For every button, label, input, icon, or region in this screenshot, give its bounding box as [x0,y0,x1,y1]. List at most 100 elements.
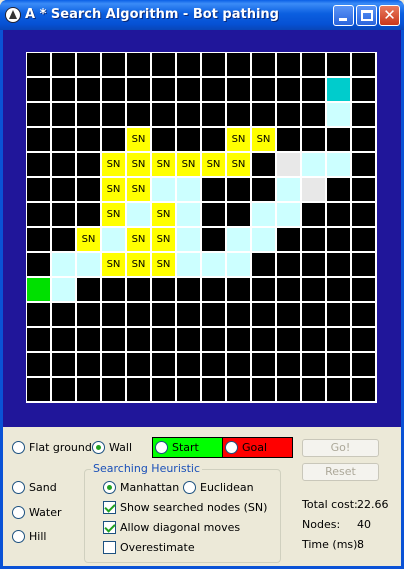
wall-radio[interactable] [92,441,105,454]
grid-cell-wall[interactable] [77,378,100,401]
grid-cell-wall[interactable] [127,303,150,326]
pathing-grid[interactable]: SN SN SN SN SN SN SN SN SN SN SN SN SN SN SN SN SN SN SN [26,52,377,403]
grid-cell-wall[interactable] [352,253,375,276]
grid-cell-wall[interactable] [127,278,150,301]
grid-cell-sn[interactable]: SN [152,228,175,251]
grid-cell-wall[interactable] [27,178,50,201]
grid-cell-wall[interactable] [77,353,100,376]
grid-cell-sn[interactable]: SN [127,228,150,251]
grid-cell-wall[interactable] [27,153,50,176]
grid-cell-wall[interactable] [277,328,300,351]
grid-cell-sn[interactable]: SN [202,153,225,176]
grid-cell-wall[interactable] [77,53,100,76]
grid-cell-wall[interactable] [327,203,350,226]
grid-cell-wall[interactable] [352,353,375,376]
minimize-button[interactable] [333,5,354,26]
manhattan-radio[interactable] [103,481,116,494]
title-bar[interactable]: A * Search Algorithm - Bot pathing ✕ [0,0,404,30]
grid-cell-wall[interactable] [102,128,125,151]
grid-cell-wall[interactable] [302,253,325,276]
grid-cell-wall[interactable] [52,103,75,126]
grid-cell-wall[interactable] [327,178,350,201]
grid-cell-sn[interactable]: SN [102,153,125,176]
grid-cell-path[interactable] [277,203,300,226]
grid-cell-wall[interactable] [352,378,375,401]
overestimate-checkbox[interactable] [103,541,116,554]
grid-cell-wall[interactable] [302,328,325,351]
grid-cell-wall[interactable] [127,353,150,376]
grid-cell-wall[interactable] [127,328,150,351]
grid-cell-flat[interactable] [302,178,325,201]
grid-cell-wall[interactable] [102,53,125,76]
grid-cell-wall[interactable] [52,378,75,401]
grid-cell-wall[interactable] [152,128,175,151]
grid-cell-sn[interactable]: SN [127,153,150,176]
grid-cell-path[interactable] [252,228,275,251]
grid-cell-wall[interactable] [252,278,275,301]
water-radio[interactable] [12,506,25,519]
grid-cell-wall[interactable] [177,328,200,351]
grid-cell-sn[interactable]: SN [152,153,175,176]
grid-cell-wall[interactable] [127,53,150,76]
grid-cell-wall[interactable] [227,103,250,126]
grid-cell-sn[interactable]: SN [152,203,175,226]
grid-cell-wall[interactable] [177,53,200,76]
grid-cell-wall[interactable] [227,303,250,326]
grid-cell-path[interactable] [327,153,350,176]
grid-cell-sn[interactable]: SN [227,153,250,176]
grid-cell-wall[interactable] [277,378,300,401]
grid-cell-wall[interactable] [277,53,300,76]
grid-cell-wall[interactable] [302,278,325,301]
go-button[interactable]: Go! [302,439,379,457]
grid-cell-path[interactable] [52,253,75,276]
grid-cell-wall[interactable] [327,378,350,401]
grid-cell-wall[interactable] [177,303,200,326]
grid-cell-wall[interactable] [52,128,75,151]
grid-cell-wall[interactable] [352,278,375,301]
grid-cell-wall[interactable] [102,328,125,351]
grid-cell-path[interactable] [227,228,250,251]
grid-cell-wall[interactable] [127,103,150,126]
grid-cell-wall[interactable] [202,203,225,226]
grid-cell-wall[interactable] [177,353,200,376]
grid-cell-path[interactable] [177,203,200,226]
grid-cell-wall[interactable] [152,353,175,376]
grid-cell-wall[interactable] [227,278,250,301]
grid-cell-wall[interactable] [27,128,50,151]
grid-cell-wall[interactable] [202,353,225,376]
grid-cell-path[interactable] [327,103,350,126]
grid-cell-wall[interactable] [227,378,250,401]
grid-cell-wall[interactable] [252,178,275,201]
grid-cell-wall[interactable] [252,153,275,176]
grid-cell-wall[interactable] [152,378,175,401]
grid-cell-wall[interactable] [352,103,375,126]
grid-cell-wall[interactable] [52,178,75,201]
grid-cell-wall[interactable] [327,128,350,151]
grid-cell-wall[interactable] [227,178,250,201]
grid-cell-wall[interactable] [252,378,275,401]
grid-cell-wall[interactable] [352,203,375,226]
grid-cell-wall[interactable] [327,303,350,326]
grid-cell-sn[interactable]: SN [77,228,100,251]
grid-cell-wall[interactable] [202,53,225,76]
grid-cell-wall[interactable] [77,328,100,351]
grid-cell-sn[interactable]: SN [177,153,200,176]
grid-cell-wall[interactable] [202,178,225,201]
grid-cell-wall[interactable] [252,78,275,101]
grid-cell-wall[interactable] [77,303,100,326]
grid-cell-wall[interactable] [152,328,175,351]
grid-cell-sn[interactable]: SN [127,128,150,151]
grid-cell-wall[interactable] [327,253,350,276]
grid-cell-path[interactable] [177,253,200,276]
grid-cell-wall[interactable] [152,53,175,76]
grid-cell-wall[interactable] [277,253,300,276]
grid-cell-wall[interactable] [327,328,350,351]
start-selector[interactable]: Start [152,437,223,458]
grid-cell-wall[interactable] [202,303,225,326]
grid-cell-wall[interactable] [302,128,325,151]
grid-cell-wall[interactable] [302,378,325,401]
grid-cell-sn[interactable]: SN [102,203,125,226]
grid-cell-path[interactable] [77,253,100,276]
grid-cell-wall[interactable] [77,128,100,151]
grid-cell-path[interactable] [227,253,250,276]
